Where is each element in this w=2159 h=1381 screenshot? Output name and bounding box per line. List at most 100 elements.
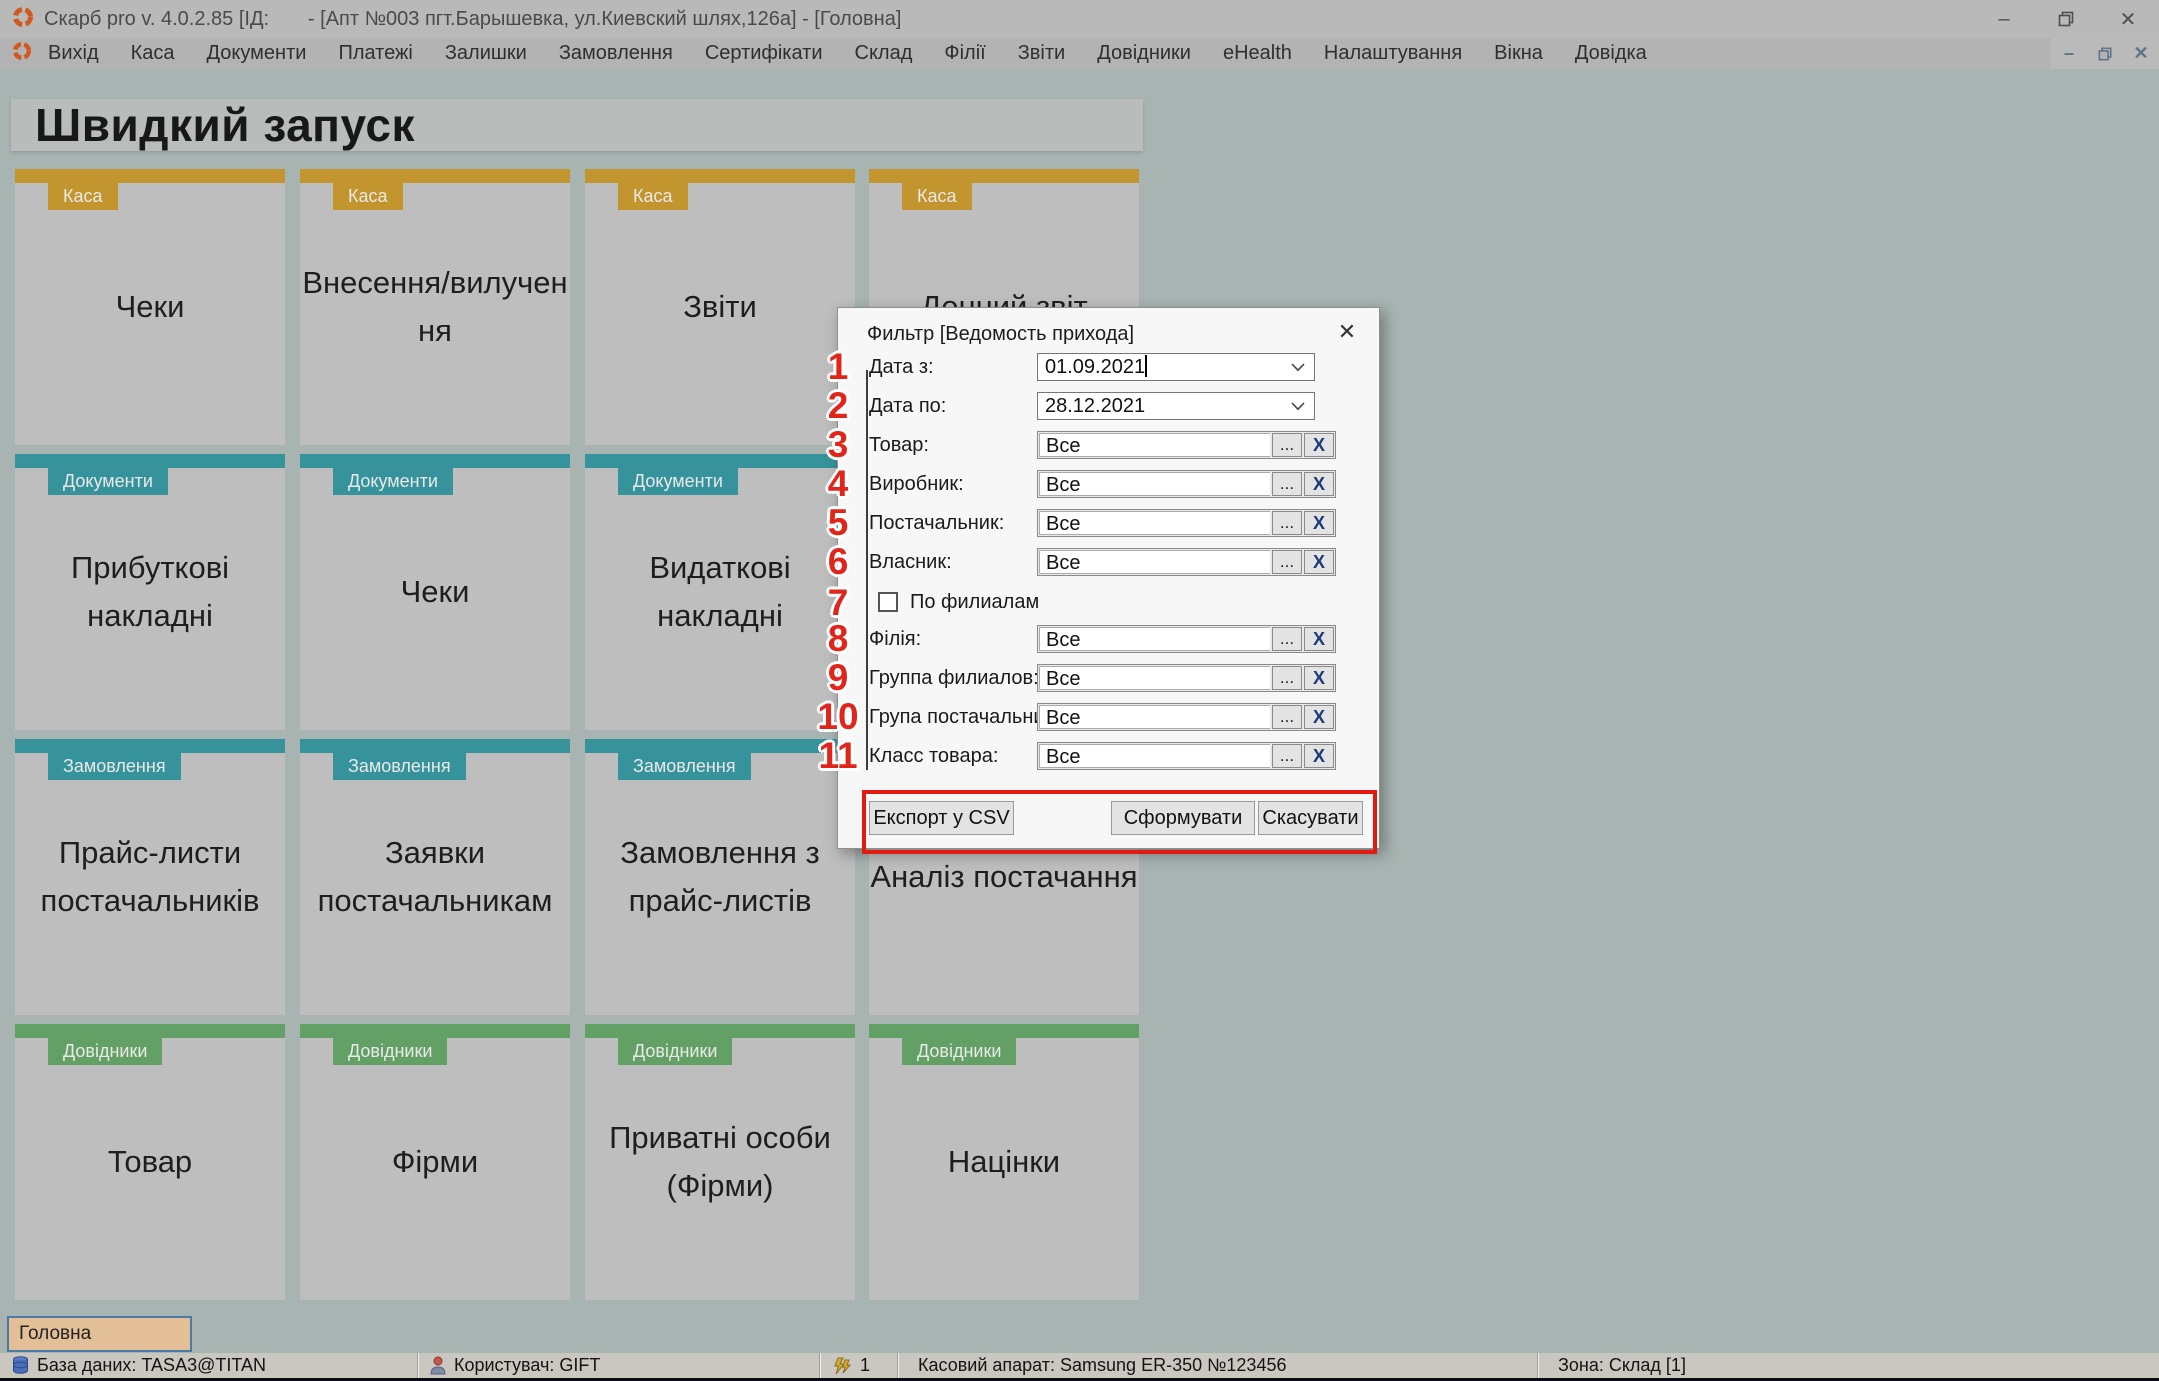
lookup-clear-button[interactable]: X xyxy=(1304,433,1334,457)
lookup-field: Все...X xyxy=(1037,625,1336,653)
lookup-browse-button[interactable]: ... xyxy=(1272,744,1302,768)
tile-r2c2[interactable]: ДокументиЧеки xyxy=(300,454,570,730)
date-value: 28.12.2021 xyxy=(1045,395,1291,418)
menu-item-6[interactable]: Сертифікати xyxy=(689,42,839,65)
field-label: Власник: xyxy=(869,548,952,576)
menu-item-4[interactable]: Залишки xyxy=(429,42,543,65)
checkbox-po-filialam[interactable] xyxy=(878,592,898,612)
tile-r4c4[interactable]: ДовідникиНацінки xyxy=(869,1024,1139,1300)
dialog-row-7: 7По филиалам xyxy=(838,589,1379,617)
tab-holovna[interactable]: Головна xyxy=(7,1316,192,1352)
lookup-field: Все...X xyxy=(1037,742,1336,770)
menu-item-3[interactable]: Платежі xyxy=(322,42,428,65)
menu-item-5[interactable]: Замовлення xyxy=(543,42,689,65)
status-segment-3: Касовий апарат: Samsung ER-350 №123456 xyxy=(898,1353,1538,1378)
lookup-clear-button[interactable]: X xyxy=(1304,627,1334,651)
lookup-clear-button[interactable]: X xyxy=(1304,666,1334,690)
menu-item-0[interactable]: Вихід xyxy=(32,42,115,65)
tile-r3c1[interactable]: ЗамовленняПрайс-листи постачальників xyxy=(15,739,285,1015)
lookup-field: Все...X xyxy=(1037,431,1336,459)
field-label: Філія: xyxy=(869,625,921,653)
annotation-number-9: 9 xyxy=(810,657,866,699)
lookup-value[interactable]: Все xyxy=(1039,472,1270,496)
tile-r2c1[interactable]: ДокументиПрибуткові накладні xyxy=(15,454,285,730)
tile-r4c1[interactable]: ДовідникиТовар xyxy=(15,1024,285,1300)
minimize-button[interactable]: – xyxy=(1973,0,2035,38)
lookup-value[interactable]: Все xyxy=(1039,550,1270,574)
dialog-row-5: 5Постачальник:Все...X xyxy=(838,509,1379,537)
annotation-number-1: 1 xyxy=(810,346,866,388)
user-icon xyxy=(430,1356,446,1375)
status-text: Користувач: GIFT xyxy=(454,1355,600,1376)
lookup-browse-button[interactable]: ... xyxy=(1272,511,1302,535)
quick-launch-header: Швидкий запуск xyxy=(11,99,1143,151)
lookup-browse-button[interactable]: ... xyxy=(1272,666,1302,690)
status-bar: База даних: TASA3@TITANКористувач: GIFT1… xyxy=(0,1353,2159,1378)
lookup-browse-button[interactable]: ... xyxy=(1272,705,1302,729)
tile-label: Чеки xyxy=(15,169,285,445)
tile-r1c1[interactable]: КасаЧеки xyxy=(15,169,285,445)
chevron-down-icon[interactable] xyxy=(1291,363,1305,372)
tab-label: Головна xyxy=(19,1323,91,1345)
date-combo[interactable]: 28.12.2021 xyxy=(1037,392,1315,420)
lookup-browse-button[interactable]: ... xyxy=(1272,627,1302,651)
restore-button[interactable] xyxy=(2035,0,2097,38)
generate-button[interactable]: Сформувати xyxy=(1111,801,1255,835)
annotation-number-5: 5 xyxy=(810,502,866,544)
annotation-number-10: 10 xyxy=(810,696,866,738)
tile-r3c3[interactable]: ЗамовленняЗамовлення з прайс-листів xyxy=(585,739,855,1015)
tile-r1c2[interactable]: КасаВнесення/вилучен ня xyxy=(300,169,570,445)
mdi-child-controls: – ✕ xyxy=(2051,38,2159,69)
tile-r3c2[interactable]: ЗамовленняЗаявки постачальникам xyxy=(300,739,570,1015)
tile-label: Націнки xyxy=(869,1024,1139,1300)
tile-label: Фірми xyxy=(300,1024,570,1300)
tile-label: Товар xyxy=(15,1024,285,1300)
menu-item-12[interactable]: Налаштування xyxy=(1308,42,1478,65)
tile-label: Приватні особи (Фірми) xyxy=(585,1024,855,1300)
menu-item-8[interactable]: Філії xyxy=(928,42,1001,65)
lookup-clear-button[interactable]: X xyxy=(1304,550,1334,574)
lookup-clear-button[interactable]: X xyxy=(1304,744,1334,768)
menu-item-10[interactable]: Довідники xyxy=(1081,42,1207,65)
cash-register-icon xyxy=(832,1357,852,1375)
export-csv-button[interactable]: Експорт у CSV xyxy=(869,801,1014,835)
menu-item-1[interactable]: Каса xyxy=(115,42,191,65)
child-minimize-button[interactable]: – xyxy=(2051,38,2087,69)
lookup-value[interactable]: Все xyxy=(1039,744,1270,768)
menu-bar: ВихідКасаДокументиПлатежіЗалишкиЗамовлен… xyxy=(0,38,2159,69)
menu-item-2[interactable]: Документи xyxy=(191,42,323,65)
lookup-clear-button[interactable]: X xyxy=(1304,472,1334,496)
menu-item-13[interactable]: Вікна xyxy=(1478,42,1559,65)
lookup-value[interactable]: Все xyxy=(1039,627,1270,651)
lookup-value[interactable]: Все xyxy=(1039,511,1270,535)
app-logo-icon xyxy=(12,6,34,33)
lookup-clear-button[interactable]: X xyxy=(1304,705,1334,729)
lookup-value[interactable]: Все xyxy=(1039,705,1270,729)
child-restore-button[interactable] xyxy=(2087,38,2123,69)
page-title: Швидкий запуск xyxy=(35,98,415,152)
child-close-button[interactable]: ✕ xyxy=(2123,38,2159,69)
date-combo[interactable]: 01.09.2021 xyxy=(1037,353,1315,381)
status-text: База даних: TASA3@TITAN xyxy=(37,1355,266,1376)
lookup-value[interactable]: Все xyxy=(1039,433,1270,457)
menu-item-7[interactable]: Склад xyxy=(839,42,929,65)
dialog-close-icon[interactable]: ✕ xyxy=(1333,318,1361,346)
menu-item-14[interactable]: Довідка xyxy=(1559,42,1663,65)
child-restore-icon xyxy=(2098,47,2112,61)
tile-label: Чеки xyxy=(300,454,570,730)
lookup-browse-button[interactable]: ... xyxy=(1272,550,1302,574)
lookup-clear-button[interactable]: X xyxy=(1304,511,1334,535)
field-label: Виробник: xyxy=(869,470,964,498)
lookup-browse-button[interactable]: ... xyxy=(1272,433,1302,457)
close-button[interactable]: ✕ xyxy=(2097,0,2159,38)
lookup-browse-button[interactable]: ... xyxy=(1272,472,1302,496)
lookup-value[interactable]: Все xyxy=(1039,666,1270,690)
chevron-down-icon[interactable] xyxy=(1291,402,1305,411)
status-text: Зона: Склад [1] xyxy=(1558,1355,1686,1376)
menu-item-11[interactable]: eHealth xyxy=(1207,42,1308,65)
dialog-row-11: 11Класс товара:Все...X xyxy=(838,742,1379,770)
menu-item-9[interactable]: Звіти xyxy=(1002,42,1081,65)
cancel-button[interactable]: Скасувати xyxy=(1258,801,1363,835)
tile-r4c2[interactable]: ДовідникиФірми xyxy=(300,1024,570,1300)
tile-r4c3[interactable]: ДовідникиПриватні особи (Фірми) xyxy=(585,1024,855,1300)
